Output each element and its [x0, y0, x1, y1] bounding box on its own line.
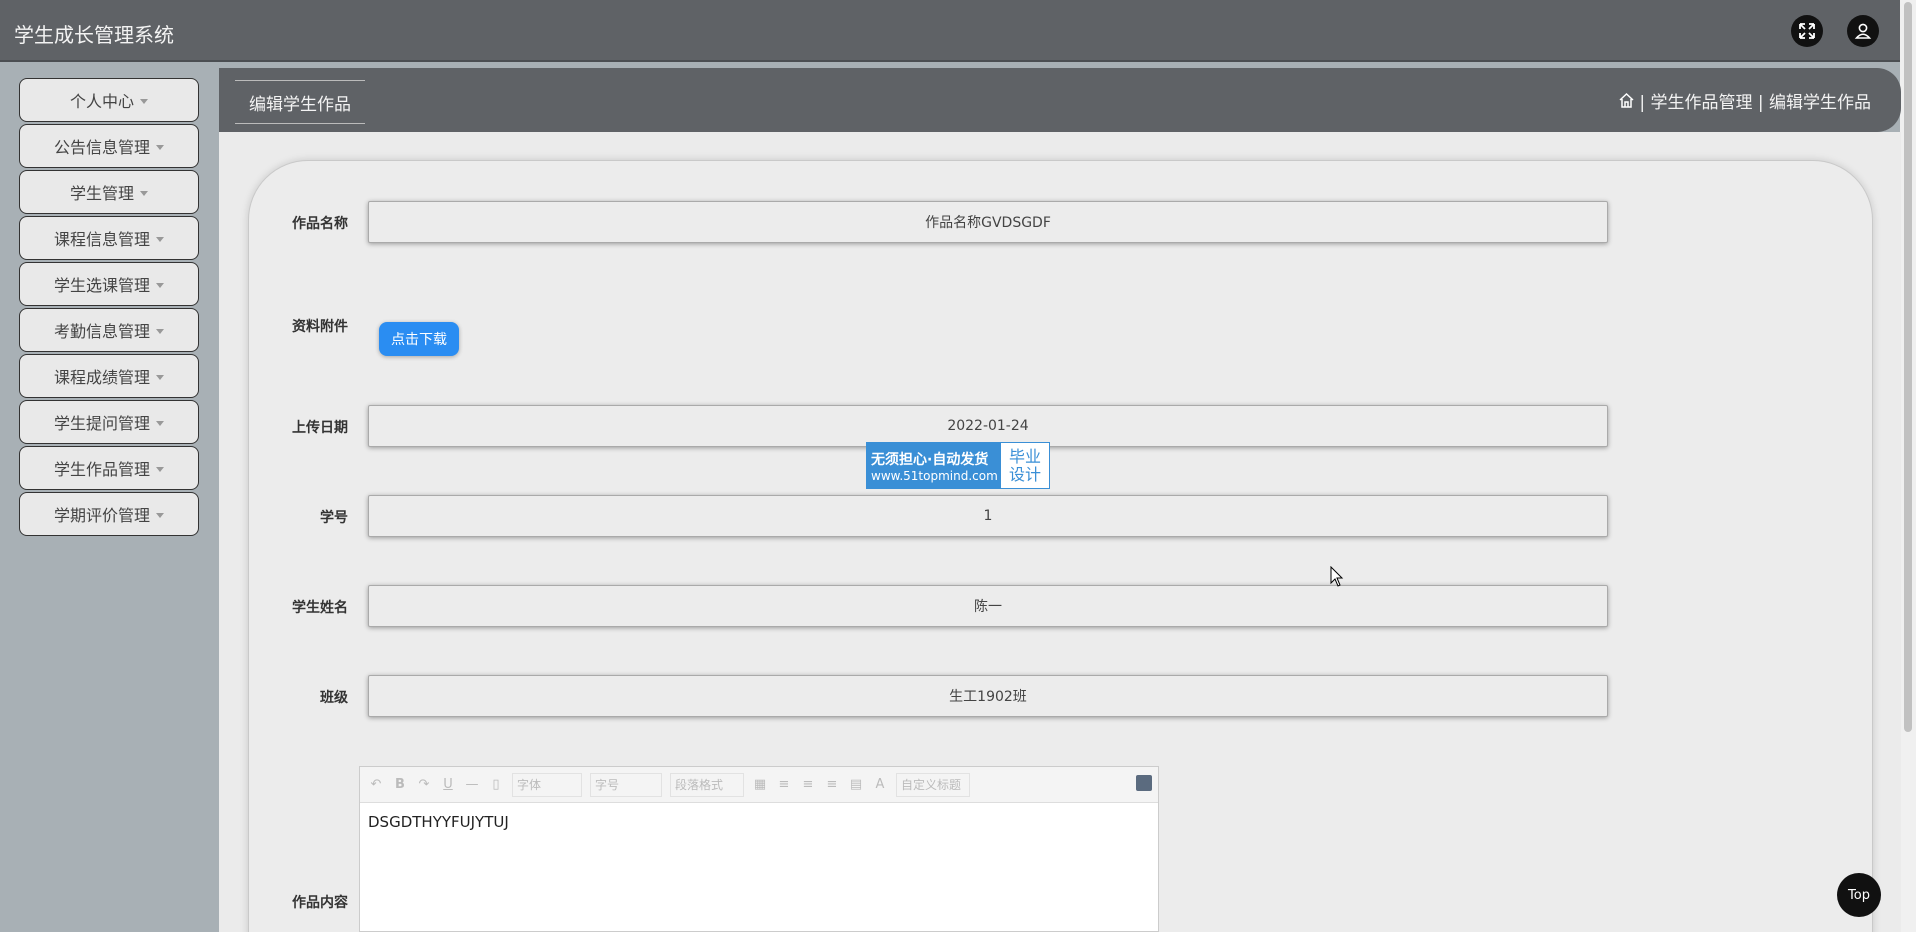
caret-down-icon [156, 144, 164, 150]
caret-down-icon [156, 282, 164, 288]
caret-down-icon [140, 98, 148, 104]
sidebar-item-label: 学生选课管理 [53, 276, 150, 295]
top-bar: 学生成长管理系统 [0, 0, 1900, 62]
sidebar-item-label: 学期评价管理 [53, 506, 150, 525]
sidebar-item-label: 考勤信息管理 [53, 322, 150, 341]
sidebar-item-label: 课程成绩管理 [53, 368, 150, 387]
sidebar: 个人中心 公告信息管理 学生管理 课程信息管理 学生选课管理 考勤信息管理 课程… [0, 64, 219, 932]
align-justify-icon[interactable]: ▤ [848, 777, 864, 792]
watermark-line2: www.51topmind.com [871, 468, 998, 483]
sidebar-item-personal-center[interactable]: 个人中心 [19, 78, 199, 122]
sidebar-item-evaluation[interactable]: 学期评价管理 [19, 492, 199, 536]
watermark-right1: 毕业 [1008, 446, 1041, 466]
sidebar-item-label: 学生提问管理 [53, 414, 150, 433]
align-right-icon[interactable]: ≡ [800, 777, 816, 792]
sidebar-item-grades[interactable]: 课程成绩管理 [19, 354, 199, 398]
breadcrumb: | 学生作品管理 | 编辑学生作品 [1618, 88, 1871, 113]
sidebar-item-label: 学生作品管理 [53, 460, 150, 479]
breadcrumb-bar: 编辑学生作品 | 学生作品管理 | 编辑学生作品 [219, 68, 1901, 132]
sidebar-item-students[interactable]: 学生管理 [19, 170, 199, 214]
watermark-right2: 设计 [1008, 464, 1041, 484]
class-label: 班级 [320, 690, 348, 706]
custom-title-select[interactable]: 自定义标题 [896, 772, 970, 797]
font-color-icon[interactable]: A [872, 777, 888, 792]
breadcrumb-trail: | 学生作品管理 | 编辑学生作品 [1639, 93, 1871, 113]
paragraph-format-select[interactable]: 段落格式 [670, 772, 744, 797]
watermark-right: 毕业 设计 [1001, 443, 1049, 488]
download-button[interactable]: 点击下载 [379, 322, 459, 356]
content-label: 作品内容 [292, 895, 348, 911]
app-title: 学生成长管理系统 [14, 23, 174, 47]
sidebar-item-label: 个人中心 [69, 92, 134, 111]
sidebar-item-label: 学生管理 [69, 184, 134, 203]
editor-toolbar: ↶ B ↷ U — ▯ 字体 字号 段落格式 ▦ ≡ ≡ ≡ ▤ A 自定义标题 [360, 767, 1158, 803]
editor-content[interactable]: DSGDTHYYFUJYTUJ [360, 803, 1158, 841]
sidebar-item-courses[interactable]: 课程信息管理 [19, 216, 199, 260]
upload-date-label: 上传日期 [292, 420, 348, 436]
rich-text-editor[interactable]: ↶ B ↷ U — ▯ 字体 字号 段落格式 ▦ ≡ ≡ ≡ ▤ A 自定义标题… [359, 766, 1159, 932]
font-family-select[interactable]: 字体 [512, 772, 582, 797]
page-scrollbar[interactable] [1900, 0, 1916, 932]
name-label: 作品名称 [292, 216, 348, 232]
sidebar-item-course-selection[interactable]: 学生选课管理 [19, 262, 199, 306]
sidebar-item-notice[interactable]: 公告信息管理 [19, 124, 199, 168]
caret-down-icon [156, 512, 164, 518]
user-icon [1854, 23, 1872, 39]
sidebar-item-attendance[interactable]: 考勤信息管理 [19, 308, 199, 352]
caret-down-icon [156, 236, 164, 242]
redo-icon[interactable]: ↷ [416, 777, 432, 792]
bold-icon[interactable]: B [392, 777, 408, 792]
student-name-input[interactable]: 陈一 [368, 585, 1608, 627]
caret-down-icon [156, 466, 164, 472]
table-icon[interactable]: ▦ [752, 777, 768, 792]
align-left-icon[interactable]: ≡ [776, 777, 792, 792]
undo-icon[interactable]: ↶ [368, 777, 384, 792]
student-name-label: 学生姓名 [292, 600, 348, 616]
mouse-cursor-icon [1330, 566, 1344, 587]
home-icon[interactable] [1618, 92, 1635, 109]
upload-date-input[interactable]: 2022-01-24 [368, 405, 1608, 447]
underline-icon[interactable]: U [440, 777, 456, 792]
fullscreen-button[interactable] [1791, 15, 1823, 47]
scrollbar-thumb[interactable] [1904, 2, 1912, 732]
back-to-top-button[interactable]: Top [1837, 873, 1881, 917]
sidebar-item-label: 公告信息管理 [53, 138, 150, 157]
watermark-logo: 无须担心·自动发货 www.51topmind.com 毕业 设计 [866, 442, 1050, 489]
sidebar-item-works[interactable]: 学生作品管理 [19, 446, 199, 490]
expand-icon [1799, 23, 1815, 39]
class-input[interactable]: 生工1902班 [368, 675, 1608, 717]
horizontal-rule-icon[interactable]: — [464, 777, 480, 792]
sidebar-item-label: 课程信息管理 [53, 230, 150, 249]
student-no-input[interactable]: 1 [368, 495, 1608, 537]
document-icon[interactable]: ▯ [488, 777, 504, 792]
user-button[interactable] [1847, 15, 1879, 47]
fullscreen-editor-icon[interactable] [1136, 775, 1152, 791]
work-name-input[interactable]: 作品名称GVDSGDF [368, 201, 1608, 243]
watermark-line1: 无须担心·自动发货 [871, 451, 989, 468]
page-title-tab: 编辑学生作品 [235, 80, 365, 124]
font-size-select[interactable]: 字号 [590, 772, 662, 797]
caret-down-icon [156, 374, 164, 380]
align-center-icon[interactable]: ≡ [824, 777, 840, 792]
caret-down-icon [156, 328, 164, 334]
sidebar-item-questions[interactable]: 学生提问管理 [19, 400, 199, 444]
caret-down-icon [140, 190, 148, 196]
student-no-label: 学号 [320, 510, 348, 526]
caret-down-icon [156, 420, 164, 426]
watermark-left: 无须担心·自动发货 www.51topmind.com [867, 443, 1001, 488]
attachment-label: 资料附件 [292, 319, 348, 335]
